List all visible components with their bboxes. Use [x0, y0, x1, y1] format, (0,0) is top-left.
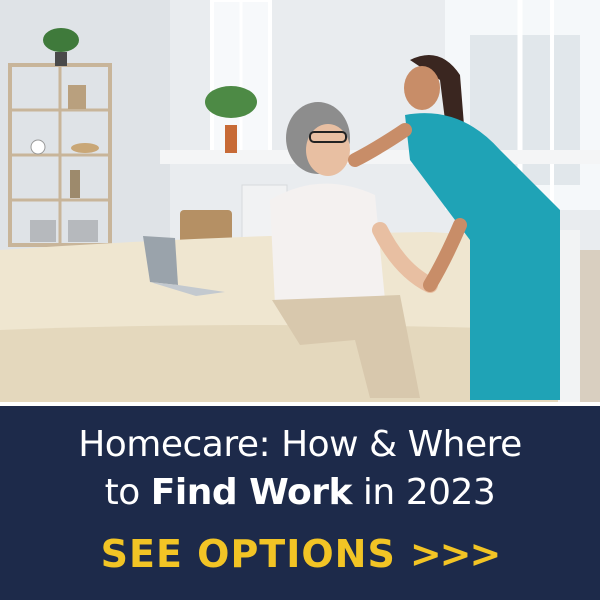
headline-emphasis: Find Work [150, 472, 353, 513]
window-left [210, 0, 272, 162]
hero-illustration [0, 0, 600, 402]
hero-photo [0, 0, 600, 402]
promo-banner: Homecare: How & Where to Find Work in 20… [0, 406, 600, 600]
headline-line-2-prefix: to [104, 472, 151, 513]
headline-line-2-suffix: in 2023 [351, 472, 496, 513]
see-options-label: SEE OPTIONS [100, 532, 396, 576]
headline-line-1: Homecare: How & Where [78, 424, 522, 465]
ad-card[interactable]: Homecare: How & Where to Find Work in 20… [0, 0, 600, 600]
see-options-button[interactable]: SEE OPTIONS >>> [0, 530, 600, 578]
chevrons-right-icon: >>> [409, 532, 502, 576]
headline-line-2: to Find Work in 2023 [0, 472, 600, 514]
